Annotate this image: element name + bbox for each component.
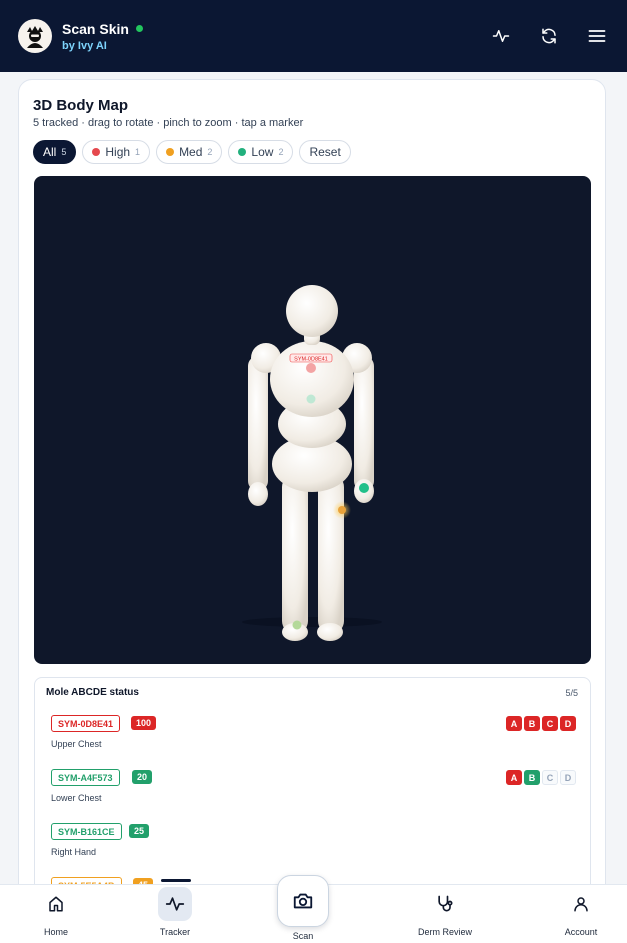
- refresh-button[interactable]: [533, 20, 565, 52]
- status-count: 5/5: [565, 688, 578, 698]
- filter-low-count: 2: [278, 147, 284, 157]
- right-arm: [354, 356, 374, 491]
- mole-row[interactable]: SYM-A4F573 20 Lower Chest A B C D: [51, 769, 576, 809]
- body-model[interactable]: SYM-0D8E41: [34, 176, 591, 664]
- marker-low-lower-chest[interactable]: [306, 394, 316, 404]
- marker-med-thigh[interactable]: [338, 506, 346, 514]
- reset-button[interactable]: Reset: [299, 140, 351, 164]
- marker-high-upper-chest[interactable]: [306, 363, 316, 373]
- mole-row[interactable]: SYM-0D8E41 100 Upper Chest A B C D: [51, 715, 576, 755]
- left-arm: [248, 356, 268, 491]
- app-subtitle: by Ivy AI: [62, 39, 107, 52]
- mole-id[interactable]: SYM-A4F573: [51, 769, 120, 786]
- menu-icon: [588, 30, 606, 42]
- header-actions: [485, 20, 613, 52]
- med-risk-dot: [166, 148, 175, 156]
- filter-med-label: Med: [179, 145, 203, 159]
- app-header: Scan Skin by Ivy AI: [0, 0, 627, 72]
- nav-tracker-label: Tracker: [159, 927, 191, 937]
- home-icon: [49, 896, 63, 912]
- stethoscope-icon: [438, 895, 453, 912]
- marker-label-text: SYM-0D8E41: [294, 357, 328, 363]
- ivy-logo: [18, 19, 52, 53]
- activity-button[interactable]: [485, 20, 517, 52]
- filter-all-label: All: [43, 145, 57, 159]
- low-risk-dot: [238, 148, 247, 156]
- risk-score-badge: 25: [129, 824, 150, 838]
- flag-c: C: [542, 770, 558, 785]
- status-title: Mole ABCDE status: [46, 687, 139, 698]
- risk-filters: All 5 High 1 Med 2 Low 2 Reset: [33, 140, 351, 164]
- filter-all[interactable]: All 5: [33, 140, 77, 164]
- user-icon: [574, 897, 588, 912]
- abcde-status-panel: Mole ABCDE status 5/5 SYM-0D8E41 100 Upp…: [34, 677, 591, 907]
- body-3d-viewer[interactable]: SYM-0D8E41: [34, 176, 591, 664]
- marker-med-foot[interactable]: [292, 620, 302, 630]
- mole-id[interactable]: SYM-0D8E41: [51, 715, 121, 732]
- flag-d: D: [560, 770, 576, 785]
- head: [286, 285, 338, 337]
- nav-home-label: Home: [43, 927, 68, 937]
- card-subtitle: 5 tracked · drag to rotate · pinch to zo…: [33, 117, 304, 129]
- filter-low-label: Low: [251, 145, 274, 159]
- abcde-flags: A B C D: [506, 770, 576, 785]
- activity-icon: [492, 30, 510, 42]
- mole-location: Lower Chest: [51, 793, 102, 803]
- nav-derm-review[interactable]: Derm Review: [400, 885, 490, 943]
- scan-button[interactable]: [277, 875, 329, 927]
- nav-account-label: Account: [564, 927, 598, 937]
- nav-tracker[interactable]: Tracker: [130, 885, 220, 943]
- risk-score-badge: 100: [131, 716, 157, 730]
- flag-d: D: [560, 716, 576, 731]
- mole-id[interactable]: SYM-B161CE: [51, 823, 122, 840]
- floor-shadow: [242, 617, 382, 627]
- nav-home[interactable]: Home: [11, 885, 101, 943]
- progress-indicator: [161, 879, 191, 882]
- filter-low[interactable]: Low 2: [228, 140, 294, 164]
- filter-high-label: High: [105, 145, 131, 159]
- mole-location: Upper Chest: [51, 739, 102, 749]
- app-title: Scan Skin: [62, 20, 129, 37]
- left-hand: [248, 482, 268, 506]
- chest: [270, 341, 354, 417]
- flag-a: A: [506, 770, 522, 785]
- filter-med-count: 2: [207, 147, 213, 157]
- online-status-dot: [135, 25, 143, 32]
- flag-c: C: [542, 716, 558, 731]
- filter-high[interactable]: High 1: [82, 140, 151, 164]
- activity-icon: [165, 897, 185, 911]
- card-title: 3D Body Map: [33, 97, 129, 114]
- mole-location: Right Hand: [51, 847, 97, 857]
- abcde-flags: A B C D: [506, 716, 576, 731]
- mole-row[interactable]: SYM-B161CE 25 Right Hand: [51, 823, 576, 863]
- menu-button[interactable]: [581, 20, 613, 52]
- flag-a: A: [506, 716, 522, 731]
- nav-scan-label: Scan: [292, 931, 314, 941]
- filter-all-count: 5: [61, 147, 67, 157]
- brand: Scan Skin by Ivy AI: [62, 21, 143, 52]
- left-leg: [282, 474, 308, 634]
- nav-account[interactable]: Account: [536, 885, 626, 943]
- refresh-icon: [542, 28, 556, 44]
- risk-score-badge: 20: [132, 770, 153, 784]
- right-foot: [317, 623, 343, 641]
- high-risk-dot: [92, 148, 101, 156]
- body-map-card: 3D Body Map 5 tracked · drag to rotate ·…: [18, 79, 606, 907]
- right-leg: [318, 474, 344, 634]
- flag-b: B: [524, 770, 540, 785]
- filter-high-count: 1: [135, 147, 141, 157]
- flag-b: B: [524, 716, 540, 731]
- marker-low-right-hand[interactable]: [359, 483, 369, 493]
- filter-med[interactable]: Med 2: [156, 140, 223, 164]
- camera-icon: [293, 893, 313, 909]
- nav-derm-label: Derm Review: [417, 927, 472, 937]
